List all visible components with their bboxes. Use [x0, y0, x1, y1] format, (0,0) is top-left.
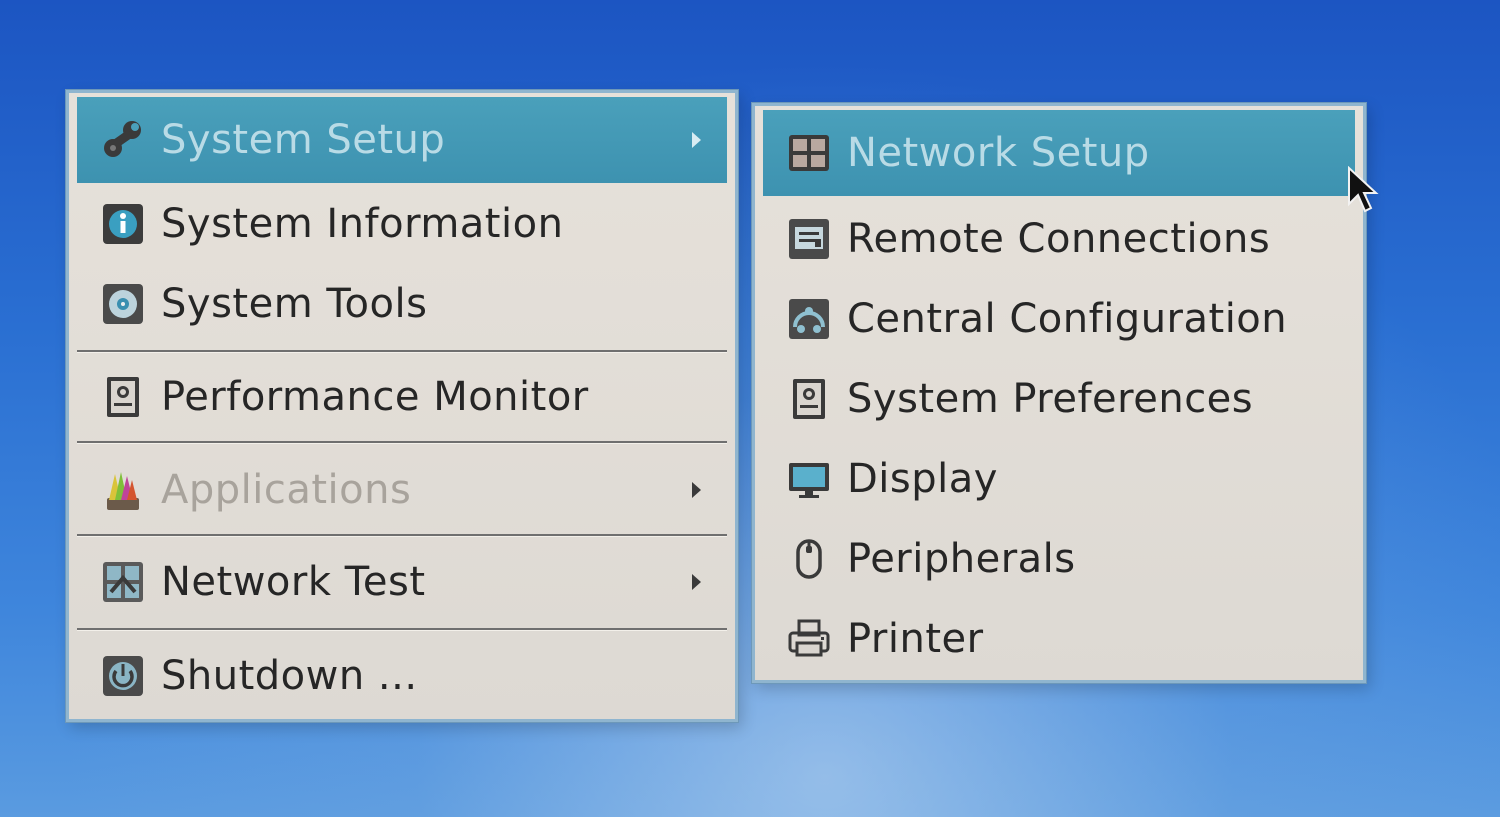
menu-item-label: Display [847, 456, 998, 502]
menu-item-label: Performance Monitor [161, 374, 589, 420]
menu-item-remote-connections[interactable]: Remote Connections [763, 200, 1355, 278]
menu-item-label: System Tools [161, 281, 428, 327]
remote-connections-icon [787, 217, 831, 261]
menu-separator [77, 628, 727, 631]
menu-item-label: Central Configuration [847, 296, 1288, 342]
submenu-arrow-icon [692, 132, 701, 148]
power-icon [101, 654, 145, 698]
submenu-arrow-icon [692, 482, 701, 498]
menu-item-label: Peripherals [847, 536, 1076, 582]
menu-item-peripherals[interactable]: Peripherals [763, 520, 1355, 598]
menu-item-printer[interactable]: Printer [763, 600, 1355, 678]
menu-item-label: Network Setup [847, 130, 1150, 176]
network-test-icon [101, 560, 145, 604]
menu-item-central-configuration[interactable]: Central Configuration [763, 280, 1355, 358]
menu-item-network-test[interactable]: Network Test [77, 539, 727, 625]
menu-item-label: Network Test [161, 559, 426, 605]
desktop-background: System Setup System Information System T… [0, 0, 1500, 817]
system-preferences-icon [787, 377, 831, 421]
menu-item-network-setup[interactable]: Network Setup [763, 110, 1355, 196]
submenu-arrow-icon [692, 574, 701, 590]
menu-item-label: System Setup [161, 117, 446, 163]
mouse-pointer-icon [1348, 166, 1379, 213]
network-setup-icon [787, 131, 831, 175]
printer-icon [787, 617, 831, 661]
menu-item-applications[interactable]: Applications [77, 447, 727, 533]
wrench-icon [101, 118, 145, 162]
menu-item-label: Shutdown ... [161, 653, 418, 699]
menu-item-system-information[interactable]: System Information [77, 185, 727, 263]
menu-separator [77, 350, 727, 353]
central-configuration-icon [787, 297, 831, 341]
mouse-icon [787, 537, 831, 581]
menu-item-display[interactable]: Display [763, 440, 1355, 518]
menu-item-system-preferences[interactable]: System Preferences [763, 360, 1355, 438]
system-menu: System Setup System Information System T… [66, 90, 738, 722]
monitor-device-icon [101, 375, 145, 419]
menu-item-performance-monitor[interactable]: Performance Monitor [77, 355, 727, 439]
menu-separator [77, 441, 727, 444]
menu-item-label: Applications [161, 467, 412, 513]
menu-separator [77, 534, 727, 537]
menu-item-label: System Information [161, 201, 564, 247]
menu-item-label: System Preferences [847, 376, 1254, 422]
tools-disc-icon [101, 282, 145, 326]
menu-item-system-tools[interactable]: System Tools [77, 265, 727, 343]
menu-item-system-setup[interactable]: System Setup [77, 97, 727, 183]
menu-item-label: Remote Connections [847, 216, 1271, 262]
info-icon [101, 202, 145, 246]
applications-icon [101, 468, 145, 512]
system-setup-submenu: Network Setup Remote Connections Central… [752, 103, 1366, 683]
menu-item-shutdown[interactable]: Shutdown ... [77, 633, 727, 719]
menu-item-label: Printer [847, 616, 984, 662]
display-icon [787, 457, 831, 501]
